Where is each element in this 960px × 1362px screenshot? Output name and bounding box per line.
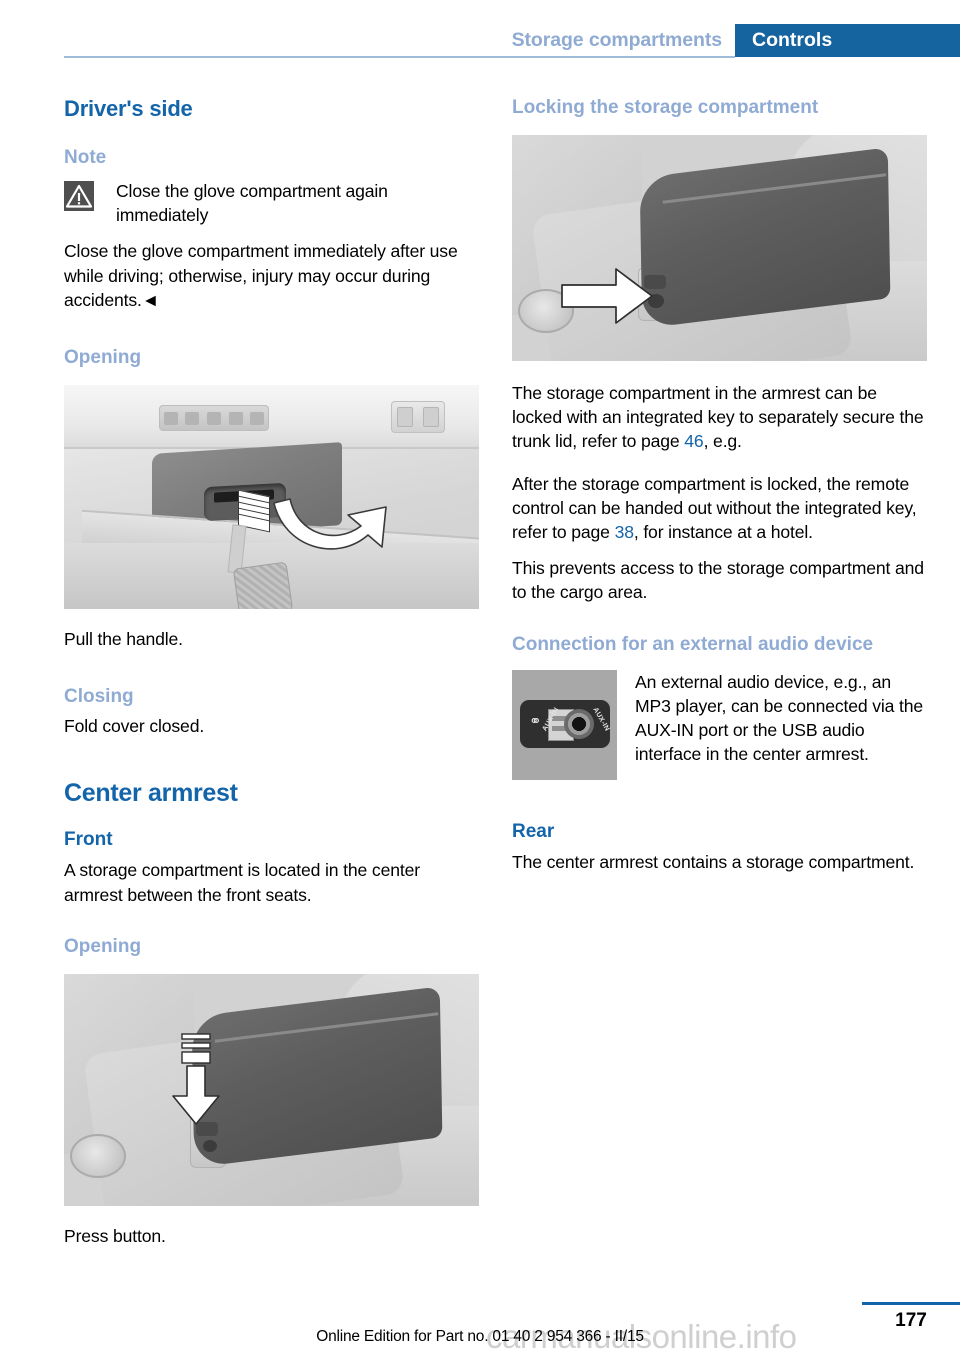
- closing-body-text: Fold cover closed.: [64, 716, 205, 737]
- caption-pull-the-handle: Pull the handle.: [64, 629, 183, 650]
- figure-armrest-locking: [512, 135, 927, 361]
- figure-armrest-opening: [64, 973, 479, 1206]
- figure-usb-aux-port: ⚭ AUX-IN AUX-IN: [512, 669, 617, 780]
- dashboard-button-strip: [159, 405, 269, 432]
- armrest-lid: [191, 986, 443, 1168]
- aux-in-label-right: AUX-IN: [591, 706, 611, 733]
- aux-usb-panel: ⚭ AUX-IN AUX-IN: [520, 699, 611, 748]
- locking-paragraph-2: After the storage compartment is locked,…: [512, 472, 927, 545]
- note-warning-block: Close the glove compartment again immedi…: [64, 179, 479, 227]
- locking-paragraph-1: The storage compartment in the armrest c…: [512, 381, 927, 454]
- heading-opening-armrest: Opening: [64, 935, 142, 957]
- caption-press-button: Press button.: [64, 1225, 166, 1246]
- footer-page-rule: [862, 1302, 960, 1305]
- locking-paragraph-3: This prevents access to the storage comp…: [512, 558, 924, 603]
- page-title: Driver's side: [64, 96, 193, 121]
- armrest-lock-cylinder: [203, 1139, 217, 1152]
- figure-glove-compartment-opening: [64, 385, 479, 610]
- page-header: Storage compartments Controls: [0, 0, 960, 62]
- heading-note: Note: [64, 147, 107, 168]
- aux-in-jack-icon: [564, 708, 594, 739]
- curved-pull-arrow-icon: [264, 485, 394, 575]
- dashboard-switch-pair: [391, 401, 445, 434]
- locking-p1-text-after: , e.g.: [703, 431, 742, 452]
- front-body-text: A storage compartment is located in the …: [64, 860, 420, 905]
- left-column: Driver's side Note Close the glove compa…: [64, 96, 479, 1248]
- rear-body-text: The center armrest contains a storage co…: [512, 851, 915, 872]
- header-section-label: Storage compartments: [511, 29, 722, 51]
- audio-figure-and-text: ⚭ AUX-IN AUX-IN An external audio device…: [512, 669, 927, 786]
- idrive-controller-knob: [70, 1133, 126, 1178]
- warning-triangle-icon: [64, 181, 94, 211]
- header-chapter-label: Controls: [752, 29, 833, 51]
- heading-external-audio-connection: Connection for an external audio device: [512, 633, 874, 655]
- downward-press-arrow-icon: [168, 1032, 224, 1128]
- locking-p2-text-after: , for instance at a hotel.: [633, 522, 813, 543]
- heading-opening-glovebox: Opening: [64, 347, 142, 369]
- heading-closing: Closing: [64, 686, 134, 708]
- usb-symbol-icon: ⚭: [529, 712, 542, 730]
- note-body-text: Close the glove compartment immediately …: [64, 241, 458, 310]
- audio-body-text: An external audio device, e.g., an MP3 p…: [635, 671, 924, 765]
- armrest-lid: [639, 147, 891, 329]
- heading-rear: Rear: [512, 820, 555, 842]
- heading-center-armrest: Center armrest: [64, 779, 238, 808]
- page-reference-46[interactable]: 46: [684, 431, 703, 451]
- right-column: Locking the storage compartment The stor…: [512, 96, 927, 874]
- note-warning-title: Close the glove compartment again immedi…: [116, 181, 388, 226]
- rightward-pointing-arrow-icon: [560, 265, 656, 327]
- heading-front: Front: [64, 829, 113, 851]
- footer-edition-text: Online Edition for Part no. 01 40 2 954 …: [316, 1328, 644, 1345]
- header-divider: [64, 56, 735, 58]
- page-reference-38[interactable]: 38: [615, 522, 634, 542]
- page-number: 177: [895, 1310, 927, 1331]
- site-watermark: carmanualsonline.info: [486, 1318, 797, 1355]
- heading-locking-storage-compartment: Locking the storage compartment: [512, 97, 819, 118]
